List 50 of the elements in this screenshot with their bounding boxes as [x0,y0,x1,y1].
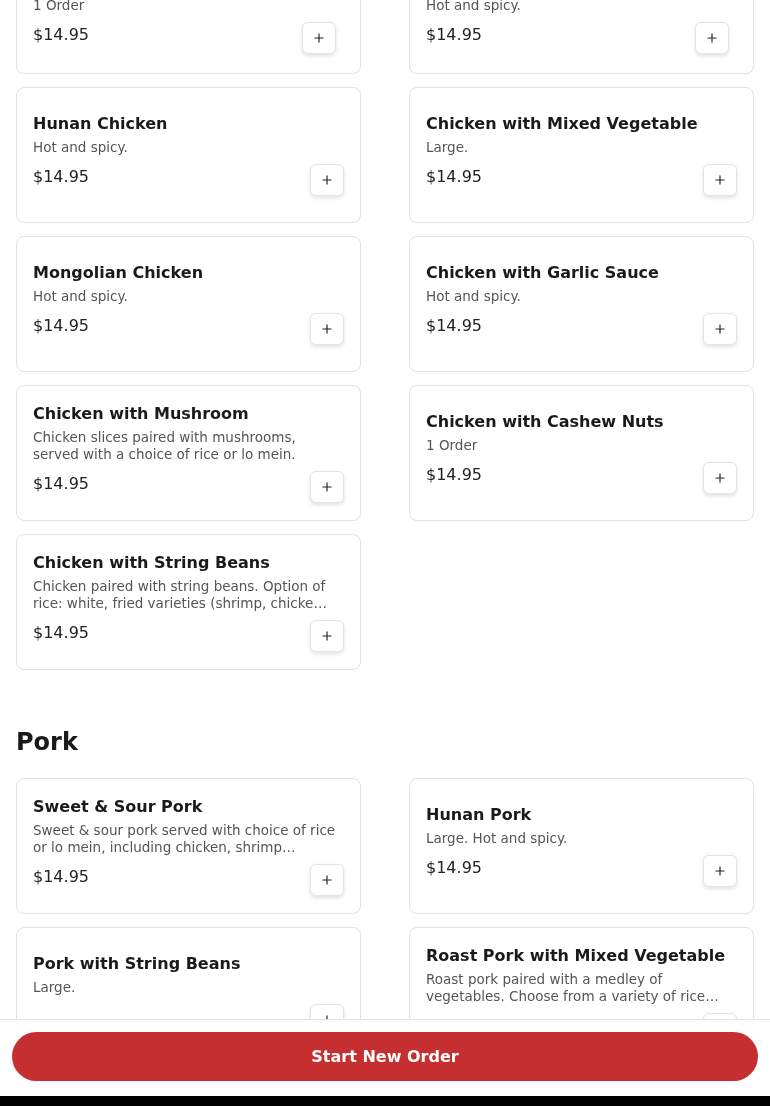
item-price: $14.95 [33,316,89,336]
start-new-order-button[interactable]: Start New Order [12,1032,758,1081]
item-price: $14.95 [33,866,89,887]
item-description: Sweet & sour pork served with choice of rice or lo mein, including chicken, shrimp… [33,821,337,856]
item-title: Roast Pork with Mixed Vegetable [426,945,727,965]
item-title: Sweet & Sour Pork [33,796,204,816]
section-heading: Pork [16,727,79,758]
item-price: $14.95 [426,167,482,187]
item-price: $14.95 [33,25,89,45]
item-title: Mongolian Chicken [33,263,205,282]
item-title: Hunan Pork [426,805,533,824]
menu-item-card[interactable]: Hunan Pork Large. Hot and spicy. $14.95 [409,778,754,914]
item-title: Chicken with Mixed Vegetable [426,114,699,133]
item-price: $14.95 [33,473,89,494]
item-description: Hot and spicy. [426,288,522,305]
item-price: $14.95 [426,316,482,336]
item-description: Large. Hot and spicy. [426,830,569,847]
item-description: Chicken slices paired with mushrooms, served with a choice of rice or lo mein. [33,428,297,463]
item-price: $14.95 [33,622,89,643]
item-description: Hot and spicy. [33,288,129,305]
menu-item-card[interactable]: Roast Pork with Mixed Vegetable Roast pork paired with a medley of vegetables. Choose from a variety of rice… [409,927,754,1019]
item-title: Hunan Chicken [33,114,169,133]
item-description: 1 Order [426,437,479,454]
item-description: Roast pork paired with a medley of vegetables. Choose from a variety of rice… [426,970,720,1005]
menu-item-card[interactable]: Hot and spicy. $14.95 [409,0,754,74]
item-description: Chicken paired with string beans. Option of rice: white, fried varieties (shrimp, chicke… [33,577,328,612]
item-price: $14.95 [426,858,482,878]
menu-item-card[interactable]: 1 Order $14.95 [16,0,361,74]
menu-item-card[interactable]: Hunan Chicken Hot and spicy. $14.95 [16,87,361,223]
item-title: Chicken with Mushroom [33,403,250,423]
item-description: 1 Order [33,0,86,14]
item-description: Large. [426,139,470,156]
menu-item-card[interactable]: Pork with String Beans Large. [16,927,361,1019]
item-description: Large. [33,979,77,996]
item-price: $14.95 [426,25,482,45]
item-title: Chicken with Garlic Sauce [426,263,660,282]
menu-item-card[interactable]: Chicken with Mushroom Chicken slices paired with mushrooms, served with a choice of rice or lo mein. $14.95 [16,385,361,521]
menu-item-card[interactable]: Sweet & Sour Pork Sweet & sour pork served with choice of rice or lo mein, including chicken, shrimp… $14.95 [16,778,361,914]
menu-item-card[interactable]: Chicken with Cashew Nuts 1 Order $14.95 [409,385,754,521]
menu-item-card[interactable]: Chicken with String Beans Chicken paired with string beans. Option of rice: white, fried varieties (shrimp, chicke… $14.95 [16,534,361,670]
menu-item-card[interactable]: Mongolian Chicken Hot and spicy. $14.95 [16,236,361,372]
item-description: Hot and spicy. [33,139,129,156]
item-title: Chicken with Cashew Nuts [426,412,665,431]
menu-item-card[interactable]: Chicken with Mixed Vegetable Large. $14.95 [409,87,754,223]
item-title: Pork with String Beans [33,954,242,973]
item-title: Chicken with String Beans [33,552,271,572]
item-price: $14.95 [426,465,482,485]
item-description: Hot and spicy. [426,0,522,14]
menu-item-card[interactable]: Chicken with Garlic Sauce Hot and spicy. $14.95 [409,236,754,372]
item-price: $14.95 [33,167,89,187]
